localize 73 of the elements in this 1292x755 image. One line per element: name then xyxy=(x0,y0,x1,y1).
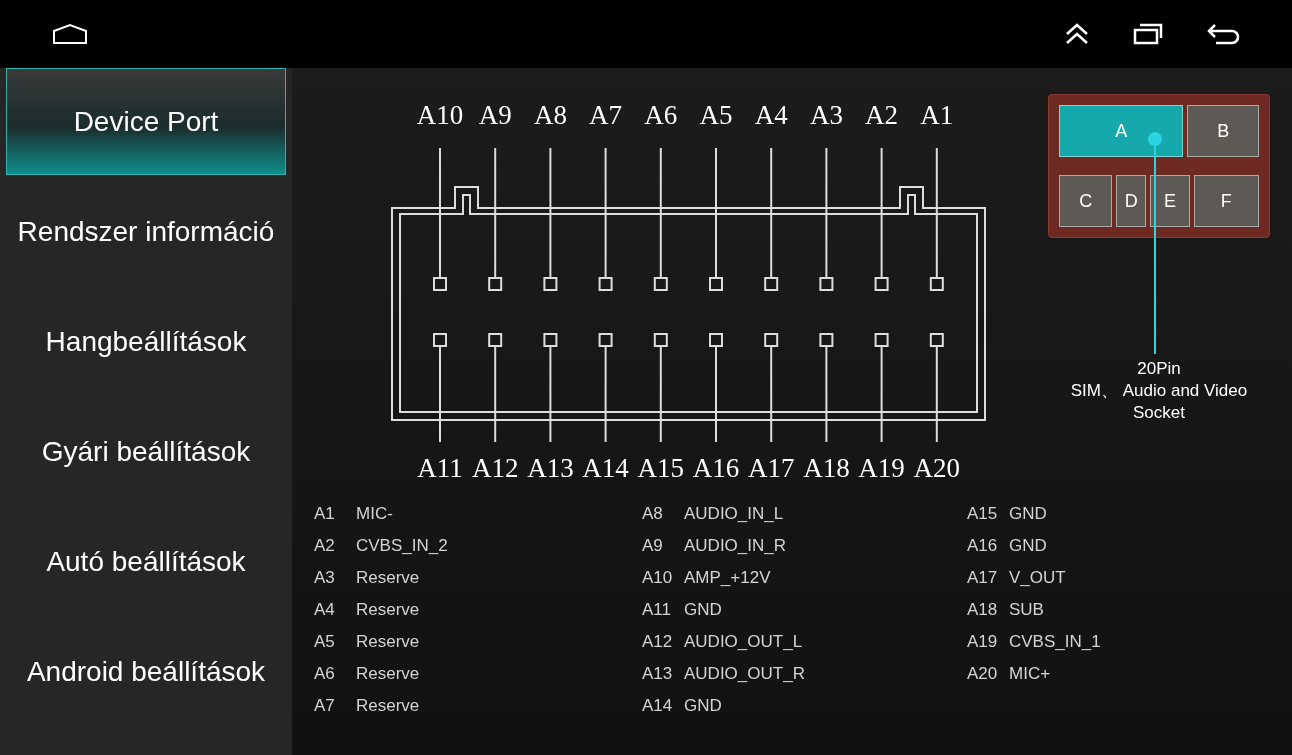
pin-id: A20 xyxy=(967,663,999,686)
pin-signal: Reserve xyxy=(356,599,420,622)
pin-label: A1 xyxy=(920,100,954,130)
pin-signal: GND xyxy=(1009,503,1047,526)
pin-label: A20 xyxy=(913,453,961,483)
pin-signal: AUDIO_IN_L xyxy=(684,503,784,526)
pin-signal: GND xyxy=(1009,535,1047,558)
pin-label: A4 xyxy=(754,100,788,130)
pin-signal: MIC- xyxy=(356,503,393,526)
pin-id: A7 xyxy=(314,695,336,718)
pin-id: A2 xyxy=(314,535,336,558)
pin-id: A19 xyxy=(967,631,999,654)
home-icon[interactable] xyxy=(52,23,88,45)
pin-label: A7 xyxy=(589,100,623,130)
pin-signal: SUB xyxy=(1009,599,1044,622)
pin-id: A4 xyxy=(314,599,336,622)
socket-tab[interactable]: F xyxy=(1193,175,1259,227)
pin-signal: AUDIO_IN_R xyxy=(684,535,787,558)
socket-tab[interactable]: D xyxy=(1116,175,1147,227)
sidebar-item[interactable]: Device Port xyxy=(6,68,286,175)
pin-signal: Reserve xyxy=(356,631,420,654)
pin-signal: V_OUT xyxy=(1009,567,1066,590)
socket-tab[interactable]: E xyxy=(1150,175,1190,227)
pin-label: A6 xyxy=(644,100,678,130)
pin-id: A10 xyxy=(642,567,674,590)
pin-label: A3 xyxy=(809,100,843,130)
pin-signal: CVBS_IN_2 xyxy=(356,535,448,558)
pin-signal: GND xyxy=(684,599,722,622)
pin-id: A9 xyxy=(642,535,664,558)
pin-id: A1 xyxy=(314,503,336,526)
pin-id: A17 xyxy=(967,567,999,590)
socket-caption: SIM、 Audio and Video xyxy=(1070,380,1248,402)
pin-signal: Reserve xyxy=(356,663,420,686)
pin-label: A16 xyxy=(692,453,740,483)
socket-caption: 20Pin xyxy=(1137,358,1181,380)
pin-id: A8 xyxy=(642,503,664,526)
pin-id: A14 xyxy=(642,695,674,718)
pin-label: A15 xyxy=(637,453,685,483)
pin-label: A12 xyxy=(471,453,519,483)
socket-tab[interactable]: B xyxy=(1187,105,1259,157)
pin-signal: AMP_+12V xyxy=(684,567,771,590)
pin-signal: Reserve xyxy=(356,567,420,590)
pin-label: A9 xyxy=(478,100,512,130)
pin-label: A2 xyxy=(865,100,899,130)
pin-id: A13 xyxy=(642,663,674,686)
pin-label: A17 xyxy=(747,453,795,483)
pin-label: A5 xyxy=(699,100,733,130)
pin-label: A14 xyxy=(582,453,629,483)
double-chevron-up-icon[interactable] xyxy=(1064,22,1090,46)
pin-id: A5 xyxy=(314,631,336,654)
pin-id: A15 xyxy=(967,503,999,526)
pin-signal: MIC+ xyxy=(1009,663,1051,686)
pin-id: A16 xyxy=(967,535,999,558)
pin-signal: CVBS_IN_1 xyxy=(1009,631,1101,654)
pin-signal: AUDIO_OUT_L xyxy=(684,631,803,654)
pin-signal: Reserve xyxy=(356,695,420,718)
pin-label: A8 xyxy=(533,100,567,130)
pin-label: A18 xyxy=(803,453,850,483)
pin-id: A18 xyxy=(967,599,999,622)
pin-label: A13 xyxy=(527,453,574,483)
pin-id: A12 xyxy=(642,631,674,654)
socket-tab[interactable]: C xyxy=(1059,175,1113,227)
pin-id: A11 xyxy=(642,599,672,622)
pin-id: A6 xyxy=(314,663,336,686)
pin-label: A19 xyxy=(858,453,905,483)
pin-signal: GND xyxy=(684,695,722,718)
recent-apps-icon[interactable] xyxy=(1132,22,1164,46)
pin-signal: AUDIO_OUT_R xyxy=(684,663,805,686)
pin-label: A10 xyxy=(416,100,464,130)
socket-caption: Socket xyxy=(1133,402,1185,424)
pin-label: A11 xyxy=(417,453,463,483)
pin-id: A3 xyxy=(314,567,336,590)
back-icon[interactable] xyxy=(1206,22,1240,46)
